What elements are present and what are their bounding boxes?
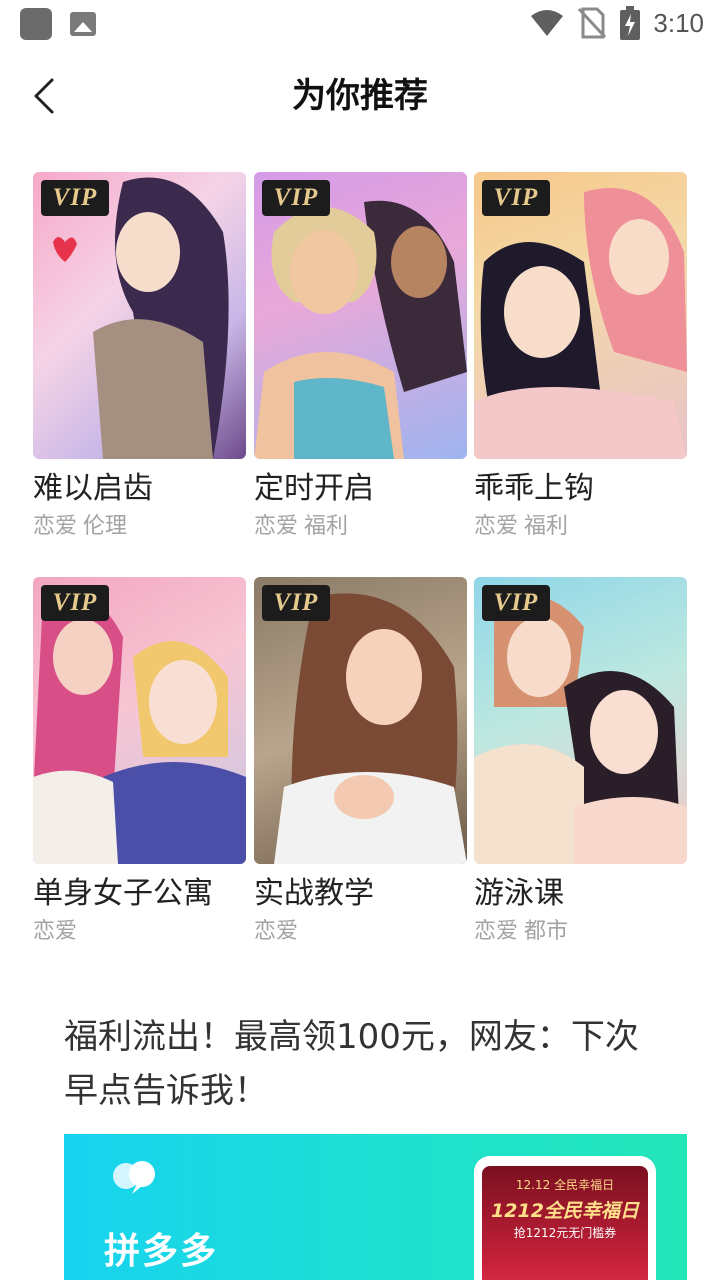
app-icon <box>20 8 52 40</box>
no-sim-icon <box>578 7 607 39</box>
comic-tag: 福利 <box>304 514 349 539</box>
phone-subtext: 抢1212元无门槛券 <box>513 1226 617 1240</box>
battery-charging-icon <box>620 6 641 40</box>
article-title[interactable]: 福利流出！最高领100元，网友：下次早点告诉我！ <box>64 1010 664 1118</box>
comic-title: 游泳课 <box>474 876 564 911</box>
comic-card[interactable]: VIP 单身女子公寓 恋爱 <box>33 577 246 946</box>
comic-tag: 福利 <box>524 514 569 539</box>
comic-card[interactable]: VIP 难以启齿 恋爱 伦理 <box>33 172 246 541</box>
comic-cover[interactable]: VIP <box>254 172 467 459</box>
phone-mockup: 12.12 全民幸福日 1212全民幸福日 抢1212元无门槛券 <box>474 1156 656 1280</box>
comic-tags: 恋爱 <box>33 918 246 946</box>
chat-bubble-icon <box>113 1161 155 1194</box>
comic-cover[interactable]: VIP <box>33 172 246 459</box>
comic-cover[interactable]: VIP <box>474 577 687 864</box>
title-bar: 为你推荐 <box>0 60 720 132</box>
gallery-icon <box>70 12 96 36</box>
vip-badge: VIP <box>41 180 109 216</box>
phone-headline: 1212全民幸福日 <box>491 1200 639 1222</box>
comic-tags: 恋爱 伦理 <box>33 513 246 541</box>
comic-cover[interactable]: VIP <box>254 577 467 864</box>
comic-card[interactable]: VIP 乖乖上钩 恋爱 福利 <box>474 172 687 541</box>
comic-title: 单身女子公寓 <box>33 876 213 911</box>
comic-tag: 恋爱 <box>254 919 299 944</box>
comic-title: 定时开启 <box>254 471 374 506</box>
comic-tag: 恋爱 <box>474 514 519 539</box>
comic-card[interactable]: VIP 实战教学 恋爱 <box>254 577 467 946</box>
comic-tag: 恋爱 <box>474 919 519 944</box>
comic-tag: 都市 <box>524 919 569 944</box>
phone-top-text: 12.12 全民幸福日 <box>515 1178 615 1192</box>
vip-badge: VIP <box>482 585 550 621</box>
comic-tags: 恋爱 福利 <box>254 513 467 541</box>
comic-cover[interactable]: VIP <box>33 577 246 864</box>
vip-badge: VIP <box>41 585 109 621</box>
vip-badge: VIP <box>482 180 550 216</box>
ad-banner[interactable]: 拼多多 12.12 全民幸福日 1212全民幸福日 抢1212元无门槛券 <box>64 1134 687 1280</box>
comic-tag: 恋爱 <box>254 514 299 539</box>
banner-brand: 拼多多 <box>104 1231 219 1272</box>
comic-card[interactable]: VIP 定时开启 恋爱 福利 <box>254 172 467 541</box>
vip-badge: VIP <box>262 585 330 621</box>
comic-title: 乖乖上钩 <box>474 471 594 506</box>
status-time: 3:10 <box>653 7 704 38</box>
page-title: 为你推荐 <box>292 76 428 116</box>
phone-screen: 12.12 全民幸福日 1212全民幸福日 抢1212元无门槛券 <box>482 1166 648 1280</box>
comic-tag: 恋爱 <box>33 514 78 539</box>
comic-tags: 恋爱 <box>254 918 467 946</box>
comic-title: 实战教学 <box>254 876 374 911</box>
status-bar: 3:10 <box>0 0 720 50</box>
comic-tags: 恋爱 福利 <box>474 513 687 541</box>
comic-card[interactable]: VIP 游泳课 恋爱 都市 <box>474 577 687 946</box>
wifi-icon <box>531 10 564 36</box>
comic-tag: 恋爱 <box>33 919 78 944</box>
comic-tags: 恋爱 都市 <box>474 918 687 946</box>
comic-tag: 伦理 <box>83 514 128 539</box>
comic-title: 难以启齿 <box>33 471 153 506</box>
vip-badge: VIP <box>262 180 330 216</box>
comic-cover[interactable]: VIP <box>474 172 687 459</box>
